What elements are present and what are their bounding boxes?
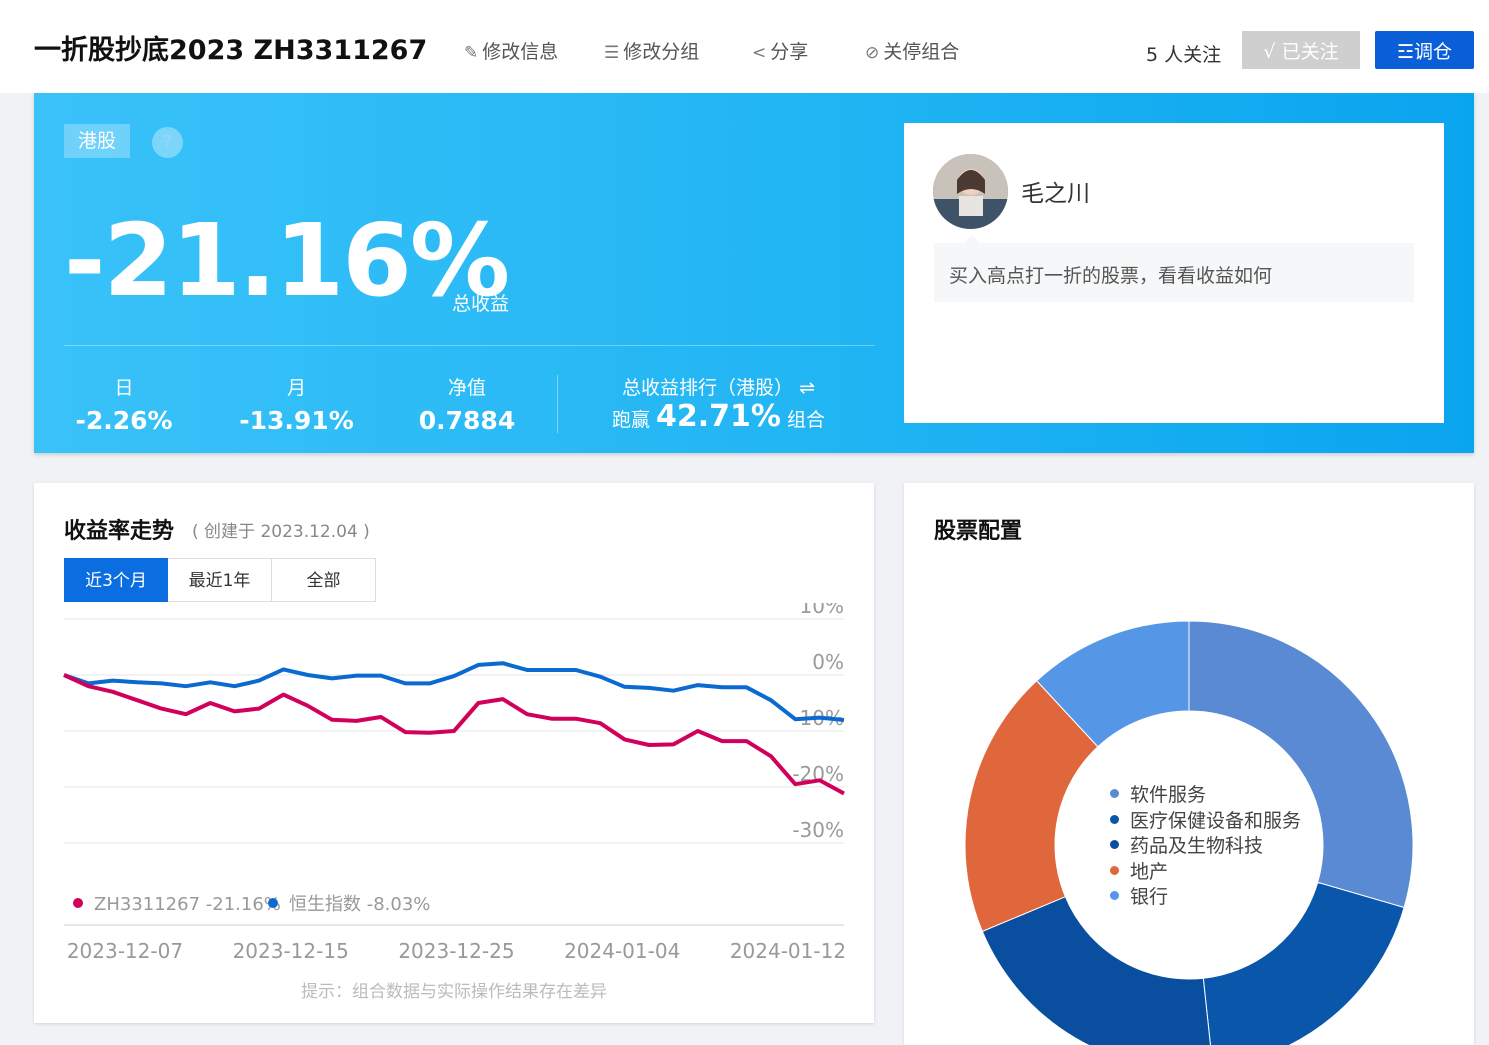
- rank-line: 跑赢 42.71% 组合: [612, 399, 825, 434]
- x-tick-label: 2023-12-25: [398, 939, 514, 963]
- edit-group-label: 修改分组: [623, 41, 700, 63]
- avatar-image: [933, 154, 1008, 229]
- return-trend-card: 收益率走势 ( 创建于 2023.12.04 ) 近3个月 最近1年 全部 10…: [34, 483, 874, 1023]
- x-tick-label: 2023-12-07: [67, 939, 183, 963]
- follower-count: 5 人关注: [1146, 44, 1222, 66]
- share-label: 分享: [770, 41, 809, 63]
- data-disclaimer: 提示：组合数据与实际操作结果存在差异: [301, 982, 607, 1002]
- range-tabs: 近3个月 最近1年 全部: [64, 558, 376, 602]
- tab-all[interactable]: 全部: [272, 558, 376, 602]
- stat-day-value: -2.26%: [75, 406, 173, 435]
- swap-icon[interactable]: ⇌: [799, 377, 815, 399]
- owner-name[interactable]: 毛之川: [1021, 174, 1090, 208]
- legend-item[interactable]: 软件服务: [1110, 781, 1301, 807]
- rank-title-text: 总收益排行（港股）: [622, 377, 794, 399]
- legend-item[interactable]: 银行: [1110, 883, 1301, 909]
- stat-separator: [557, 375, 558, 433]
- share-icon: <: [752, 43, 767, 63]
- rank-suffix: 组合: [786, 409, 825, 431]
- banner-divider: [64, 345, 875, 346]
- sliders-icon: ☲: [1396, 40, 1415, 63]
- donut-slice[interactable]: [981, 896, 1213, 1045]
- help-icon[interactable]: ?: [152, 127, 183, 158]
- y-tick-label: 0%: [812, 650, 844, 674]
- stat-month-label: 月: [286, 377, 306, 399]
- legend-dot: [73, 898, 83, 908]
- portfolio-description: 买入高点打一折的股票，看看收益如何: [949, 265, 1273, 287]
- x-tick-label: 2024-01-12: [730, 939, 846, 963]
- close-portfolio-button[interactable]: ⊘ 关停组合: [865, 37, 959, 64]
- rank-title[interactable]: 总收益排行（港股） ⇌: [622, 373, 815, 400]
- series-line: [63, 673, 845, 796]
- return-line-chart: 10%0%-10%-20%-30%ZH3311267 -21.16% 恒生指数 -…: [63, 603, 846, 963]
- legend-dot: [1110, 814, 1119, 824]
- y-tick-label: -30%: [792, 818, 844, 842]
- share-button[interactable]: < 分享: [752, 37, 808, 64]
- tab-1-year[interactable]: 最近1年: [168, 558, 272, 602]
- stat-month: 月 -13.91%: [234, 373, 359, 435]
- edit-info-label: 修改信息: [482, 41, 559, 63]
- total-return-label: 总收益: [452, 293, 510, 315]
- legend-dot: [268, 898, 278, 908]
- created-date: ( 创建于 2023.12.04 ): [192, 522, 370, 542]
- x-tick-label: 2024-01-04: [564, 939, 680, 963]
- legend-item[interactable]: 医疗保健设备和服务: [1110, 807, 1301, 833]
- legend-dot: [1110, 865, 1119, 875]
- performance-banner: 港股 ? -21.16% 总收益 日 -2.26% 月 -13.91% 净值 0…: [34, 93, 1474, 453]
- legend-label: 银行: [1130, 886, 1169, 909]
- legend-label: 地产: [1130, 860, 1169, 883]
- stat-month-value: -13.91%: [239, 406, 354, 435]
- rank-value: 42.71%: [656, 399, 781, 434]
- return-trend-title: 收益率走势: [64, 519, 175, 544]
- stock-allocation-card: 股票配置 软件服务 医疗保健设备和服务 药品及生物科技 地产 银行: [904, 483, 1474, 1045]
- market-tag: 港股: [64, 124, 130, 158]
- top-bar: 一折股抄底2023 ZH3311267 ✎ 修改信息 ☰ 修改分组 < 分享 ⊘ 关停组…: [0, 0, 1489, 93]
- legend-item[interactable]: 地产: [1110, 858, 1301, 884]
- edit-group-button[interactable]: ☰ 修改分组: [604, 37, 699, 64]
- tab-3-months[interactable]: 近3个月: [64, 558, 168, 602]
- legend-label: 软件服务: [1130, 784, 1207, 807]
- allocation-donut-chart: [964, 620, 1414, 1045]
- followed-button[interactable]: √ 已关注: [1242, 31, 1360, 69]
- x-tick-label: 2023-12-15: [233, 939, 349, 963]
- description-box: 买入高点打一折的股票，看看收益如何: [934, 235, 1414, 302]
- pencil-icon: ✎: [464, 43, 479, 63]
- legend-label: 医疗保健设备和服务: [1130, 809, 1302, 832]
- legend-dot: [1110, 840, 1119, 850]
- stat-nav: 净值 0.7884: [412, 373, 522, 435]
- allocation-legend: 软件服务 医疗保健设备和服务 药品及生物科技 地产银行: [1110, 781, 1301, 909]
- avatar[interactable]: [933, 154, 1008, 229]
- close-portfolio-label: 关停组合: [883, 41, 960, 63]
- legend-item[interactable]: 药品及生物科技: [1110, 832, 1301, 858]
- owner-card: 毛之川 买入高点打一折的股票，看看收益如何: [904, 123, 1444, 423]
- stat-nav-value: 0.7884: [418, 406, 516, 435]
- stat-day: 日 -2.26%: [74, 373, 174, 435]
- legend-label[interactable]: 恒生指数 -8.03%: [289, 894, 430, 915]
- edit-info-button[interactable]: ✎ 修改信息: [464, 37, 558, 64]
- stat-day-label: 日: [114, 377, 134, 399]
- portfolio-title: 一折股抄底2023 ZH3311267: [34, 35, 428, 66]
- rebalance-label: 调仓: [1414, 40, 1453, 63]
- stat-nav-label: 净值: [447, 377, 486, 399]
- rebalance-button[interactable]: ☲调仓: [1375, 31, 1474, 69]
- legend-dot: [1110, 891, 1119, 901]
- list-icon: ☰: [604, 43, 620, 63]
- forbidden-icon: ⊘: [865, 43, 880, 63]
- legend-label[interactable]: ZH3311267 -21.16%: [94, 894, 281, 915]
- rank-prefix: 跑赢: [612, 409, 651, 431]
- legend-label: 药品及生物科技: [1130, 835, 1264, 858]
- legend-dot: [1110, 789, 1119, 799]
- total-return-value: -21.16%: [64, 202, 510, 319]
- y-tick-label: 10%: [800, 603, 844, 618]
